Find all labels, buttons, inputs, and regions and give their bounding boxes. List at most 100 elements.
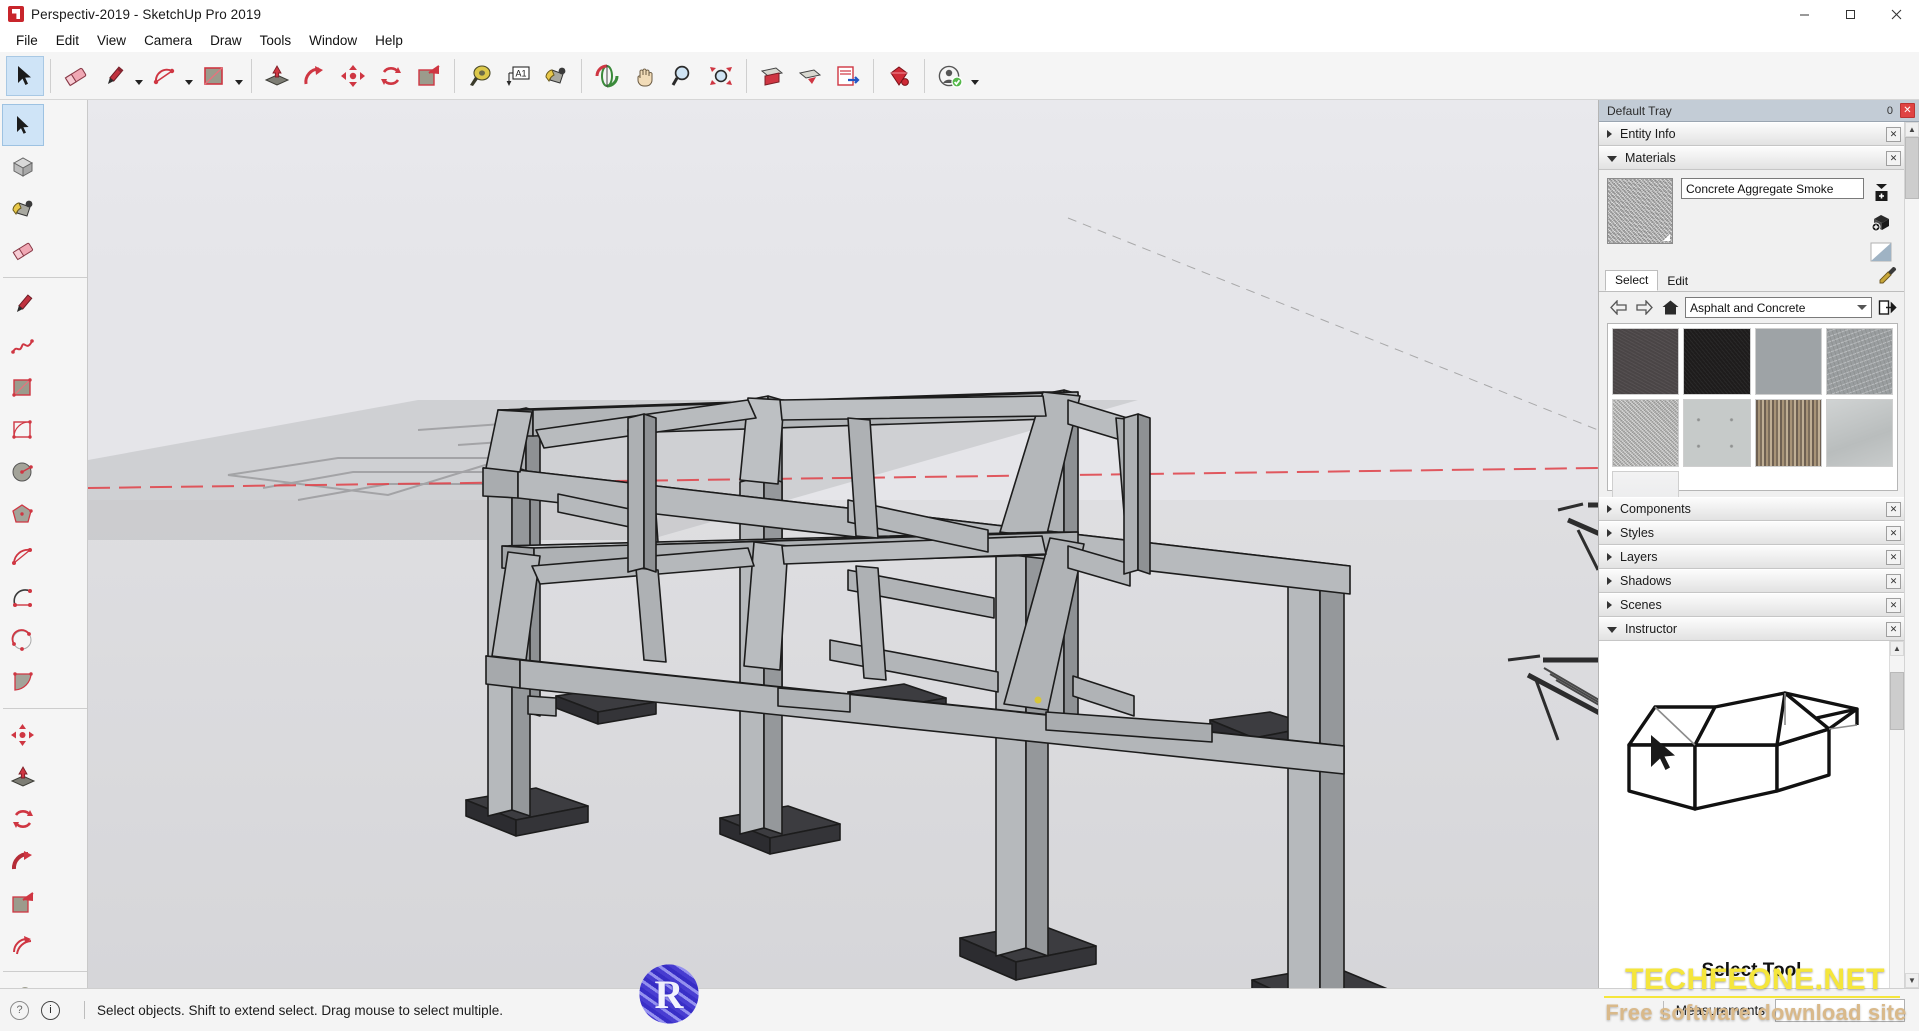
tool-offset[interactable]	[2, 924, 44, 966]
tray-close-button[interactable]: ✕	[1900, 103, 1915, 118]
toolbar-followme-tool[interactable]	[296, 56, 334, 96]
tool-paint-bucket[interactable]	[2, 188, 44, 230]
menu-window[interactable]: Window	[300, 31, 366, 50]
tool-rectangle[interactable]	[2, 367, 44, 409]
toolbar-paint-bucket-tool[interactable]	[537, 56, 575, 96]
tool-rotate[interactable]	[2, 798, 44, 840]
toolbar-rectangle-tool[interactable]	[195, 56, 233, 96]
tool-make-component[interactable]	[2, 146, 44, 188]
toolbar-select-tool[interactable]	[6, 55, 44, 96]
panel-materials[interactable]: Materials ✕	[1599, 146, 1904, 170]
scroll-thumb[interactable]	[1890, 672, 1904, 730]
arc-tool-dropdown[interactable]	[183, 56, 195, 96]
tool-rotated-rectangle[interactable]	[2, 409, 44, 451]
panel-styles[interactable]: Styles ✕	[1599, 521, 1904, 545]
menu-edit[interactable]: Edit	[47, 31, 88, 50]
tool-eraser[interactable]	[2, 230, 44, 272]
swatch-concrete-board-form[interactable]	[1754, 399, 1822, 467]
rectangle-tool-dropdown[interactable]	[233, 56, 245, 96]
menu-tools[interactable]: Tools	[251, 31, 301, 50]
details-arrow-icon[interactable]	[1876, 298, 1898, 318]
toolbar-pan-tool[interactable]	[626, 56, 664, 96]
menu-file[interactable]: File	[7, 31, 47, 50]
tool-three-point-arc[interactable]	[2, 619, 44, 661]
toolbar-layout-export-tool[interactable]	[829, 56, 867, 96]
instructor-scrollbar[interactable]: ▲	[1889, 641, 1904, 988]
toolbar-rotate-tool[interactable]	[372, 56, 410, 96]
panel-components[interactable]: Components ✕	[1599, 497, 1904, 521]
measurements-input[interactable]	[1775, 998, 1905, 1022]
tool-line[interactable]	[2, 283, 44, 325]
swatch-asphalt-new[interactable]	[1612, 328, 1680, 396]
close-icon[interactable]: ✕	[1886, 150, 1901, 166]
tool-circle[interactable]	[2, 451, 44, 493]
toolbar-section-plane-tool[interactable]	[753, 56, 791, 96]
toolbar-arc-tool[interactable]	[145, 56, 183, 96]
tab-select[interactable]: Select	[1605, 270, 1659, 291]
swatch-concrete-panel[interactable]	[1825, 399, 1893, 467]
toolbar-line-tool[interactable]	[95, 56, 133, 96]
material-library-select[interactable]: Asphalt and Concrete	[1685, 297, 1872, 318]
minimize-button[interactable]	[1781, 0, 1827, 28]
swatch-asphalt-old[interactable]	[1683, 328, 1751, 396]
tool-two-point-arc[interactable]	[2, 577, 44, 619]
menu-draw[interactable]: Draw	[201, 31, 251, 50]
tool-scale[interactable]	[2, 882, 44, 924]
panel-shadows[interactable]: Shadows ✕	[1599, 569, 1904, 593]
tray-pin-icon[interactable]: 0	[1880, 105, 1900, 117]
menu-view[interactable]: View	[88, 31, 135, 50]
model-viewport[interactable]	[88, 100, 1598, 988]
maximize-button[interactable]	[1827, 0, 1873, 28]
close-icon[interactable]: ✕	[1886, 573, 1901, 589]
panel-entity-info[interactable]: Entity Info ✕	[1599, 122, 1904, 146]
question-circle-icon[interactable]: ?	[10, 1000, 29, 1020]
close-button[interactable]	[1873, 0, 1919, 28]
tool-select[interactable]	[2, 104, 44, 146]
swatch-concrete-aggregate[interactable]	[1612, 399, 1680, 467]
arrow-left-icon[interactable]	[1607, 298, 1629, 318]
scroll-thumb[interactable]	[1905, 137, 1919, 199]
close-icon[interactable]: ✕	[1886, 549, 1901, 565]
current-material-swatch[interactable]	[1607, 178, 1673, 244]
toolbar-eraser-tool[interactable]	[57, 56, 95, 96]
close-icon[interactable]: ✕	[1886, 621, 1901, 637]
toolbar-zoom-extents-tool[interactable]	[702, 56, 740, 96]
tool-arc[interactable]	[2, 535, 44, 577]
tool-freehand[interactable]	[2, 325, 44, 367]
toolbar-text-tool[interactable]: A1	[499, 56, 537, 96]
eyedropper-icon[interactable]	[1878, 265, 1898, 290]
tray-scrollbar[interactable]: ▲ ▼	[1904, 122, 1919, 988]
scroll-up-icon[interactable]: ▲	[1905, 122, 1919, 137]
display-swatch-icon[interactable]	[1868, 240, 1894, 264]
toolbar-tape-measure-tool[interactable]	[461, 56, 499, 96]
tool-move[interactable]	[2, 714, 44, 756]
toolbar-account-menu[interactable]	[931, 56, 969, 96]
panel-layers[interactable]: Layers ✕	[1599, 545, 1904, 569]
scroll-up-icon[interactable]: ▲	[1890, 641, 1904, 656]
menu-help[interactable]: Help	[366, 31, 412, 50]
close-icon[interactable]: ✕	[1886, 525, 1901, 541]
swatch-concrete-block[interactable]	[1825, 328, 1893, 396]
swatch-concrete-smooth[interactable]	[1754, 328, 1822, 396]
panel-scenes[interactable]: Scenes ✕	[1599, 593, 1904, 617]
info-circle-icon[interactable]: i	[41, 1000, 60, 1020]
toolbar-orbit-tool[interactable]	[588, 56, 626, 96]
toolbar-move-tool[interactable]	[334, 56, 372, 96]
close-icon[interactable]: ✕	[1886, 501, 1901, 517]
line-tool-dropdown[interactable]	[133, 56, 145, 96]
close-icon[interactable]: ✕	[1886, 126, 1901, 142]
toolbar-extension-warehouse[interactable]	[880, 56, 918, 96]
toolbar-zoom-tool[interactable]	[664, 56, 702, 96]
tool-polygon[interactable]	[2, 493, 44, 535]
toolbar-scale-tool[interactable]	[410, 56, 448, 96]
tool-pushpull[interactable]	[2, 756, 44, 798]
close-icon[interactable]: ✕	[1886, 597, 1901, 613]
toolbar-section-display-tool[interactable]	[791, 56, 829, 96]
arrow-right-icon[interactable]	[1633, 298, 1655, 318]
material-name-input[interactable]	[1681, 178, 1864, 199]
home-icon[interactable]	[1659, 298, 1681, 318]
create-material-icon[interactable]	[1868, 180, 1894, 204]
scroll-down-icon[interactable]: ▼	[1905, 973, 1919, 988]
tool-followme[interactable]	[2, 840, 44, 882]
add-to-model-icon[interactable]	[1868, 210, 1894, 234]
